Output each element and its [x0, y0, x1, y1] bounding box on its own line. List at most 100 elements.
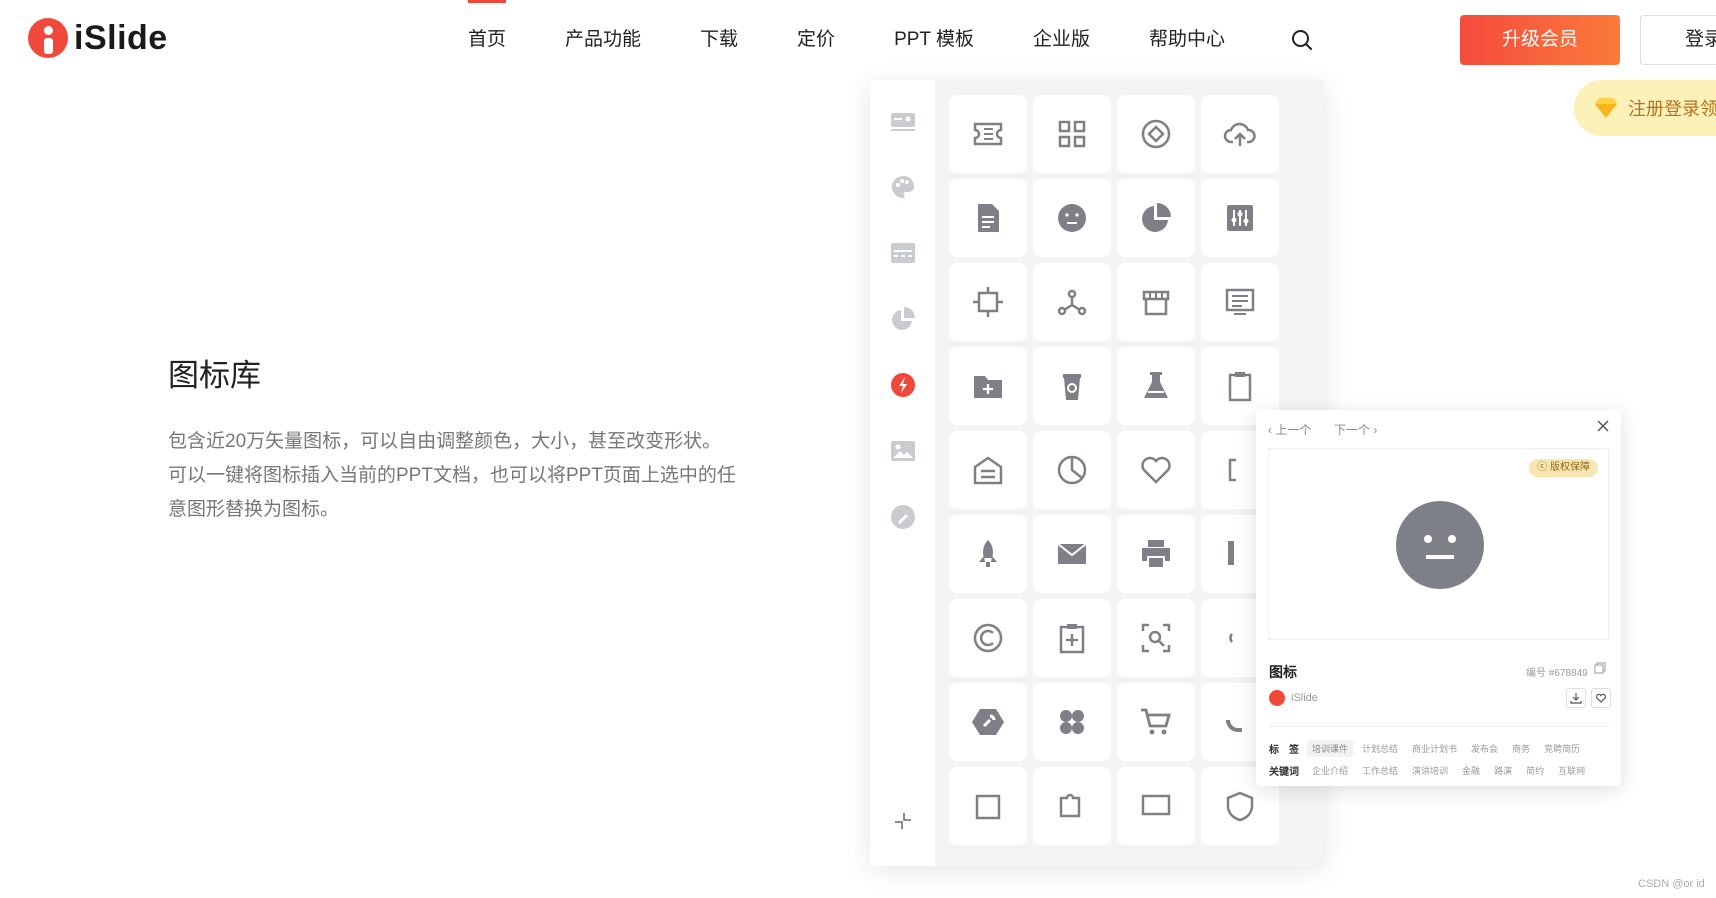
printer-icon — [1142, 540, 1170, 569]
icon-tile[interactable] — [949, 263, 1027, 341]
icon-tile[interactable] — [949, 431, 1027, 509]
bracket-icon — [1228, 458, 1236, 482]
nav-item-ppt-templates[interactable]: PPT 模板 — [894, 0, 974, 80]
close-icon[interactable] — [1595, 418, 1611, 434]
keyword-chip[interactable]: 企业介绍 — [1307, 762, 1353, 779]
icon-tile[interactable] — [1117, 599, 1195, 677]
copyright-badge: ⓒ 版权保障 — [1529, 459, 1598, 477]
icon-library-icon[interactable] — [890, 372, 916, 398]
icon-tile[interactable] — [949, 179, 1027, 257]
icon-tile[interactable] — [949, 767, 1027, 845]
palette-icon[interactable] — [890, 174, 916, 200]
search-icon[interactable] — [1290, 28, 1314, 52]
grid-icon — [1058, 120, 1086, 148]
icon-tile[interactable] — [1033, 767, 1111, 845]
icon-tile[interactable] — [1033, 599, 1111, 677]
monitor-text-icon — [1225, 288, 1255, 315]
brand-logo[interactable]: iSlide — [28, 18, 168, 58]
feature-description: 包含近20万矢量图标，可以自由调整颜色，大小，甚至改变形状。可以一键将图标插入当… — [168, 431, 736, 520]
icon-tile[interactable] — [1117, 431, 1195, 509]
nav-item-pricing[interactable]: 定价 — [797, 0, 835, 80]
icon-tile[interactable] — [949, 95, 1027, 173]
tag-chip[interactable]: 商业计划书 — [1407, 740, 1462, 757]
icon-tile[interactable] — [1201, 179, 1279, 257]
table-icon[interactable] — [890, 240, 916, 266]
icon-tile[interactable] — [949, 347, 1027, 425]
icon-tile[interactable] — [1033, 179, 1111, 257]
partial-icon — [1229, 633, 1234, 643]
icon-tile[interactable] — [1033, 95, 1111, 173]
icon-tile[interactable] — [1033, 431, 1111, 509]
keyword-chip[interactable]: 路演 — [1489, 762, 1517, 779]
icon-tile[interactable] — [1033, 515, 1111, 593]
keyword-chip[interactable]: 互联网 — [1553, 762, 1590, 779]
copy-icon[interactable] — [1594, 662, 1606, 674]
tag-chip[interactable]: 计划总结 — [1357, 740, 1403, 757]
tags-row: 标 签 培训课件 计划总结 商业计划书 发布会 商务 竞聘简历 — [1269, 740, 1589, 757]
icon-tile[interactable] — [1117, 95, 1195, 173]
watermark: CSDN @or id — [1638, 878, 1705, 890]
login-button[interactable]: 登录 — [1640, 15, 1716, 65]
text-card-icon[interactable] — [890, 108, 916, 134]
icon-tile[interactable] — [1033, 683, 1111, 761]
keyword-chip[interactable]: 演讲培训 — [1407, 762, 1453, 779]
icon-tile[interactable] — [1117, 683, 1195, 761]
copyright-icon — [973, 623, 1003, 653]
author-name[interactable]: iSlide — [1291, 692, 1318, 704]
pie-chart-icon[interactable] — [890, 306, 916, 332]
icon-tile[interactable] — [1117, 263, 1195, 341]
flask-icon — [1144, 372, 1168, 398]
nav-item-enterprise[interactable]: 企业版 — [1033, 0, 1090, 80]
folder-add-icon — [974, 376, 1002, 398]
sliders-icon — [1227, 205, 1253, 231]
nav-item-home[interactable]: 首页 — [468, 0, 507, 80]
nav-item-help-center[interactable]: 帮助中心 — [1149, 0, 1225, 80]
icon-tile[interactable] — [1117, 515, 1195, 593]
icon-tile[interactable] — [949, 515, 1027, 593]
keywords-label: 关键词 — [1269, 767, 1299, 778]
brush-icon[interactable] — [890, 504, 916, 530]
tag-chip[interactable]: 竞聘简历 — [1539, 740, 1585, 757]
box-icon — [975, 794, 1001, 820]
previous-icon-link[interactable]: ‹ 上一个 — [1268, 421, 1311, 438]
top-header: iSlide 首页 产品功能 下载 定价 PPT 模板 企业版 帮助中心 升级会… — [0, 0, 1716, 80]
home-icon — [973, 456, 1003, 485]
icon-tile[interactable] — [1117, 347, 1195, 425]
keyword-chip[interactable]: 金融 — [1457, 762, 1485, 779]
register-promo-banner[interactable]: 注册登录领 — [1574, 80, 1716, 136]
chart-pie-outline-icon — [1057, 455, 1087, 485]
clover-icon — [1060, 710, 1084, 734]
download-icon — [1570, 693, 1582, 704]
upgrade-member-button[interactable]: 升级会员 — [1460, 15, 1620, 65]
scan-search-icon — [1141, 623, 1171, 653]
screen-icon — [1141, 794, 1171, 816]
nav-item-download[interactable]: 下载 — [700, 0, 738, 80]
icon-tile[interactable] — [1201, 95, 1279, 173]
keyword-chip[interactable]: 工作总结 — [1357, 762, 1403, 779]
favorite-button[interactable] — [1591, 688, 1611, 708]
document-icon — [978, 204, 999, 232]
collapse-icon[interactable] — [894, 812, 912, 830]
download-button[interactable] — [1566, 688, 1586, 708]
icon-tile[interactable] — [1033, 263, 1111, 341]
crop-icon — [973, 287, 1003, 317]
icon-tile[interactable] — [1033, 347, 1111, 425]
icon-tile[interactable] — [949, 599, 1027, 677]
icon-tile[interactable] — [1117, 179, 1195, 257]
tag-chip[interactable]: 培训课件 — [1307, 740, 1354, 757]
icon-tile[interactable] — [949, 683, 1027, 761]
icon-preview: ⓒ 版权保障 — [1268, 448, 1609, 640]
rocket-icon — [979, 540, 997, 567]
islide-logo-icon — [28, 18, 68, 58]
tag-chip[interactable]: 发布会 — [1466, 740, 1503, 757]
image-icon[interactable] — [890, 438, 916, 464]
icon-tile[interactable] — [1201, 263, 1279, 341]
next-icon-link[interactable]: 下一个 › — [1334, 421, 1377, 438]
icon-tile[interactable] — [1117, 767, 1195, 845]
device-icon — [1228, 541, 1234, 565]
nav-item-features[interactable]: 产品功能 — [565, 0, 641, 80]
heart-icon — [1596, 693, 1606, 703]
icon-detail-card: ‹ 上一个 下一个 › ⓒ 版权保障 图标 编号 #678849 iSlide … — [1256, 410, 1621, 786]
keyword-chip[interactable]: 简约 — [1521, 762, 1549, 779]
tag-chip[interactable]: 商务 — [1507, 740, 1535, 757]
